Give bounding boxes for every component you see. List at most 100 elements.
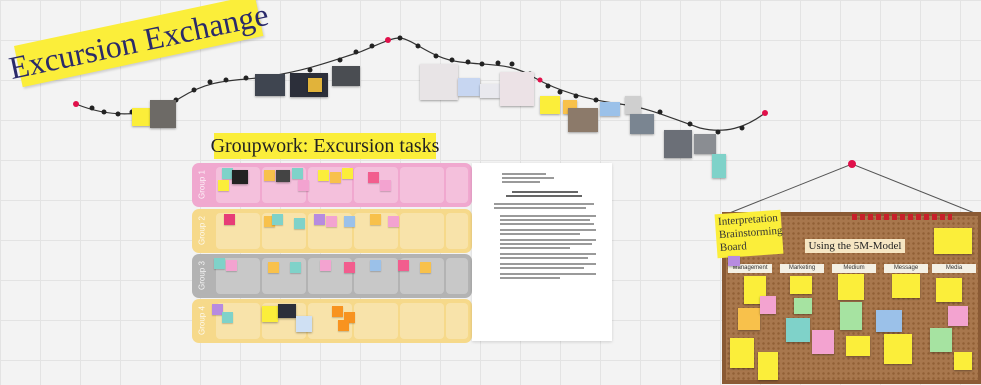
board-note[interactable]: [760, 296, 776, 314]
board-note[interactable]: [892, 274, 920, 298]
board-note[interactable]: [786, 318, 810, 342]
sticky-note[interactable]: [326, 216, 337, 227]
garland-photo-map[interactable]: [480, 84, 500, 98]
sticky-note[interactable]: [342, 168, 353, 179]
sticky-note[interactable]: [264, 170, 275, 181]
board-note[interactable]: [728, 256, 740, 266]
garland-photo[interactable]: [332, 66, 360, 86]
sticky-note[interactable]: [214, 258, 225, 269]
board-note[interactable]: [948, 306, 968, 326]
column-header-message: Message: [884, 264, 928, 273]
board-note[interactable]: [846, 336, 870, 356]
garland-note[interactable]: [600, 102, 620, 116]
sticky-note[interactable]: [370, 214, 381, 225]
pin-dot: [433, 53, 439, 59]
pin-dot: [397, 35, 403, 41]
garland-photo-map[interactable]: [420, 64, 458, 100]
sticky-note[interactable]: [218, 180, 229, 191]
pin-dot: [739, 125, 745, 131]
board-note[interactable]: [884, 334, 912, 364]
garland-note[interactable]: [712, 154, 726, 178]
garland-photo[interactable]: [255, 74, 285, 96]
sticky-note[interactable]: [294, 218, 305, 229]
board-title: Using the 5M-Model: [805, 239, 905, 253]
sticky-note[interactable]: [368, 172, 379, 183]
board-note[interactable]: [934, 228, 972, 254]
pin-dot: [115, 111, 121, 117]
board-note[interactable]: [790, 276, 812, 294]
task-document[interactable]: [472, 163, 612, 341]
column-header-medium: Medium: [832, 264, 876, 273]
sticky-note[interactable]: [332, 306, 343, 317]
note-photo[interactable]: [262, 306, 278, 322]
board-note[interactable]: [812, 330, 834, 354]
sticky-note[interactable]: [290, 262, 301, 273]
note-photo[interactable]: [276, 170, 290, 182]
board-note[interactable]: [758, 352, 778, 380]
pin-dot: [337, 57, 343, 63]
board-note[interactable]: [794, 298, 812, 314]
pin-dot: [243, 75, 249, 81]
garland-photo-map[interactable]: [308, 78, 322, 92]
sticky-note[interactable]: [224, 214, 235, 225]
board-note[interactable]: [876, 310, 902, 332]
sticky-note[interactable]: [344, 216, 355, 227]
pin-dot: [207, 79, 213, 85]
pin-dot: [509, 61, 515, 67]
board-note[interactable]: [738, 308, 760, 330]
pin-dot: [223, 77, 229, 83]
pin-dot: [369, 43, 375, 49]
note-photo[interactable]: [232, 170, 248, 184]
sticky-note[interactable]: [226, 260, 237, 271]
sticky-note[interactable]: [398, 260, 409, 271]
board-hang-pin: [848, 160, 856, 168]
garland-photo[interactable]: [568, 108, 598, 132]
board-note[interactable]: [930, 328, 952, 352]
sticky-note[interactable]: [338, 320, 349, 331]
sticky-note[interactable]: [268, 262, 279, 273]
note-photo[interactable]: [278, 304, 296, 318]
sticky-note[interactable]: [314, 214, 325, 225]
pin-dot: [479, 61, 485, 67]
garland-note[interactable]: [132, 108, 150, 126]
sticky-note[interactable]: [330, 172, 341, 183]
garland-photo[interactable]: [630, 114, 654, 134]
board-note[interactable]: [730, 338, 754, 368]
pin-dot: [415, 43, 421, 49]
sticky-note[interactable]: [420, 262, 431, 273]
sticky-note[interactable]: [388, 216, 399, 227]
garland-photo-map[interactable]: [500, 72, 534, 106]
group-label: Group 4: [197, 306, 207, 336]
board-note[interactable]: [936, 278, 962, 302]
pin-dot: [545, 83, 551, 89]
sticky-note[interactable]: [272, 214, 283, 225]
groupwork-title: Groupwork: Excursion tasks: [211, 133, 439, 159]
pin-dot: [657, 109, 663, 115]
sticky-note[interactable]: [320, 260, 331, 271]
garland-photo[interactable]: [625, 96, 641, 114]
garland-photo[interactable]: [150, 100, 176, 128]
garland-note[interactable]: [540, 96, 560, 114]
pin-red-mid: [385, 37, 391, 43]
garland-photo[interactable]: [664, 130, 692, 158]
board-note[interactable]: [840, 302, 862, 330]
sticky-note[interactable]: [222, 312, 233, 323]
sticky-note[interactable]: [292, 168, 303, 179]
pin-red-left: [73, 101, 79, 107]
pin-dot: [465, 59, 471, 65]
board-note[interactable]: [838, 274, 864, 300]
group-label: Group 1: [197, 170, 207, 200]
note-photo[interactable]: [296, 316, 312, 332]
pin-dot: [353, 49, 359, 55]
garland-photo[interactable]: [694, 134, 716, 154]
sticky-note[interactable]: [370, 260, 381, 271]
garland-note[interactable]: [458, 78, 480, 96]
sticky-note[interactable]: [380, 180, 391, 191]
pin-red-right: [762, 110, 768, 116]
sticky-note[interactable]: [344, 262, 355, 273]
column-header-media: Media: [932, 264, 976, 273]
sticky-note[interactable]: [298, 180, 309, 191]
board-note[interactable]: [954, 352, 972, 370]
pin-dot: [101, 109, 107, 115]
sticky-note[interactable]: [318, 170, 329, 181]
